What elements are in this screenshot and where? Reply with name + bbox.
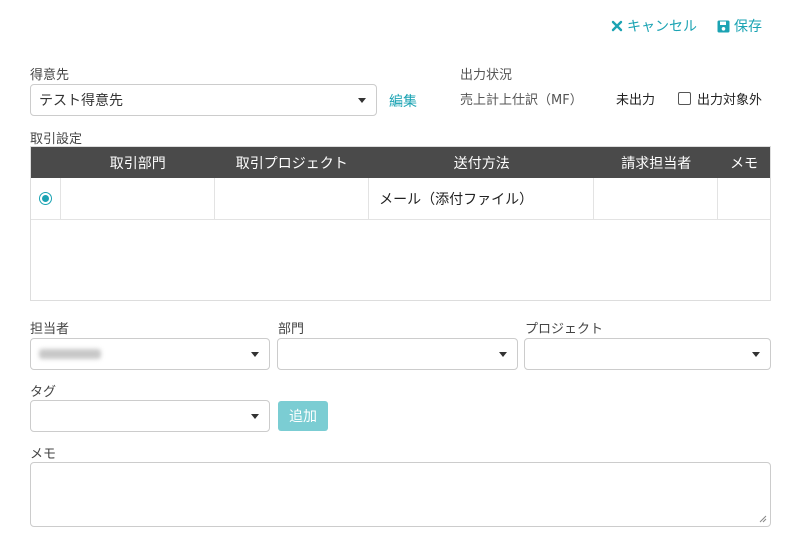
customer-select[interactable]: テスト得意先 (30, 84, 377, 116)
table-header: 取引部門 取引プロジェクト 送付方法 請求担当者 メモ (31, 147, 770, 178)
chevron-down-icon (251, 352, 259, 357)
department-label: 部門 (278, 322, 305, 337)
column-header-project: 取引プロジェクト (235, 155, 348, 172)
exclude-output-checkbox[interactable]: 出力対象外 (678, 89, 762, 108)
column-header-memo: メモ (730, 155, 759, 172)
output-status-label: 出力状況 (460, 68, 513, 83)
tag-select[interactable] (30, 400, 270, 432)
output-status-item-label: 売上計上仕訳（MF） (460, 93, 583, 108)
add-tag-button[interactable]: 追加 (278, 401, 328, 431)
chevron-down-icon (358, 98, 366, 103)
checkbox[interactable] (678, 92, 691, 105)
transaction-settings-label: 取引設定 (30, 132, 83, 147)
customer-edit-link[interactable]: 編集 (389, 91, 417, 111)
person-select[interactable] (30, 338, 270, 370)
column-header-owner: 請求担当者 (621, 155, 692, 172)
tag-label: タグ (30, 385, 57, 400)
chevron-down-icon (752, 352, 760, 357)
cell-memo (718, 178, 770, 219)
chevron-down-icon (499, 352, 507, 357)
output-status-value: 未出力 (616, 93, 656, 108)
table-row[interactable]: メール（添付ファイル） (31, 178, 770, 220)
cell-department (61, 178, 215, 219)
resize-handle-icon[interactable] (759, 515, 767, 523)
row-select-radio[interactable] (38, 192, 52, 205)
department-select[interactable] (277, 338, 518, 370)
exclude-output-label: 出力対象外 (697, 93, 763, 108)
customer-label: 得意先 (30, 68, 70, 83)
memo-label: メモ (30, 447, 57, 462)
person-label: 担当者 (30, 322, 70, 337)
column-header-department: 取引部門 (109, 155, 166, 172)
cancel-button[interactable]: キャンセル (611, 16, 697, 36)
cell-project (215, 178, 370, 219)
close-icon (611, 20, 623, 32)
chevron-down-icon (251, 414, 259, 419)
cell-delivery: メール（添付ファイル） (369, 178, 595, 219)
project-select[interactable] (524, 338, 771, 370)
memo-textarea[interactable] (30, 462, 771, 527)
cancel-label: キャンセル (627, 19, 697, 35)
save-label: 保存 (734, 19, 762, 35)
cell-owner (594, 178, 719, 219)
floppy-disk-icon (717, 20, 730, 32)
transaction-table: 取引部門 取引プロジェクト 送付方法 請求担当者 メモ メール（添付ファイル） (30, 146, 771, 301)
person-value-redacted (39, 349, 101, 359)
project-label: プロジェクト (525, 322, 604, 337)
toolbar: キャンセル 保存 (611, 16, 762, 36)
customer-value: テスト得意先 (39, 93, 123, 109)
save-button[interactable]: 保存 (717, 16, 762, 36)
column-header-delivery: 送付方法 (453, 155, 510, 172)
